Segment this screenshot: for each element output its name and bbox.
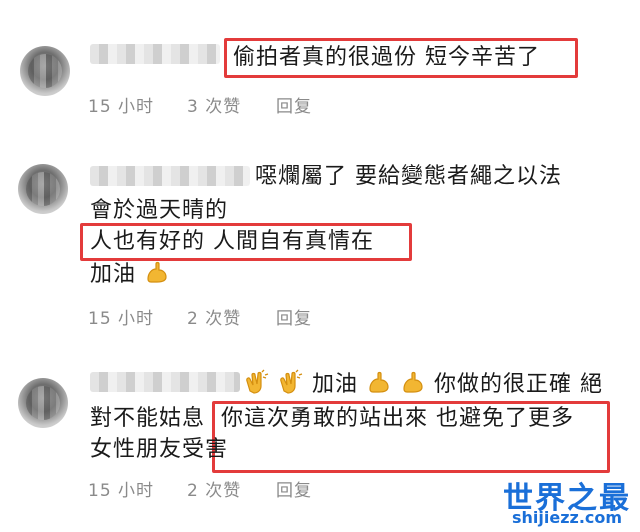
comment-text-segment: 加油 bbox=[312, 372, 359, 397]
avatar[interactable] bbox=[18, 164, 68, 214]
flexed-biceps-icon bbox=[144, 259, 170, 296]
comment-text: 人也有好的 人間自有真情在 bbox=[90, 229, 374, 254]
username[interactable] bbox=[90, 166, 250, 186]
comment-time: 15 小时 bbox=[88, 309, 155, 329]
username[interactable] bbox=[90, 372, 240, 392]
like-count[interactable]: 2 次赞 bbox=[187, 476, 241, 501]
comment-text-segment: 你做的很正確 絕 bbox=[434, 372, 604, 397]
comment-time: 15 小时 bbox=[88, 97, 155, 117]
comment-text: 對不能姑息 bbox=[90, 406, 206, 431]
reply-button[interactable]: 回复 bbox=[276, 304, 312, 329]
avatar[interactable] bbox=[18, 378, 68, 428]
comment-text: 你這次勇敢的站出來 也避免了更多 bbox=[221, 406, 574, 431]
like-count[interactable]: 3 次赞 bbox=[187, 92, 241, 117]
comment-text: 女性朋友受害 bbox=[90, 437, 229, 462]
reply-button[interactable]: 回复 bbox=[276, 92, 312, 117]
comment-text: 噁爛屬了 要給變態者繩之以法 bbox=[255, 164, 562, 189]
avatar[interactable] bbox=[20, 46, 70, 96]
comment-time: 15 小时 bbox=[88, 481, 155, 501]
comment-text: 偷拍者真的很過份 短今辛苦了 bbox=[233, 45, 540, 70]
comment-text-segment: 加油 bbox=[90, 262, 137, 287]
comment-text: 加油 bbox=[90, 258, 170, 296]
reply-button[interactable]: 回复 bbox=[276, 476, 312, 501]
username[interactable] bbox=[90, 44, 220, 64]
watermark-url: shijiezz.com bbox=[512, 508, 623, 527]
like-count[interactable]: 2 次赞 bbox=[187, 304, 241, 329]
